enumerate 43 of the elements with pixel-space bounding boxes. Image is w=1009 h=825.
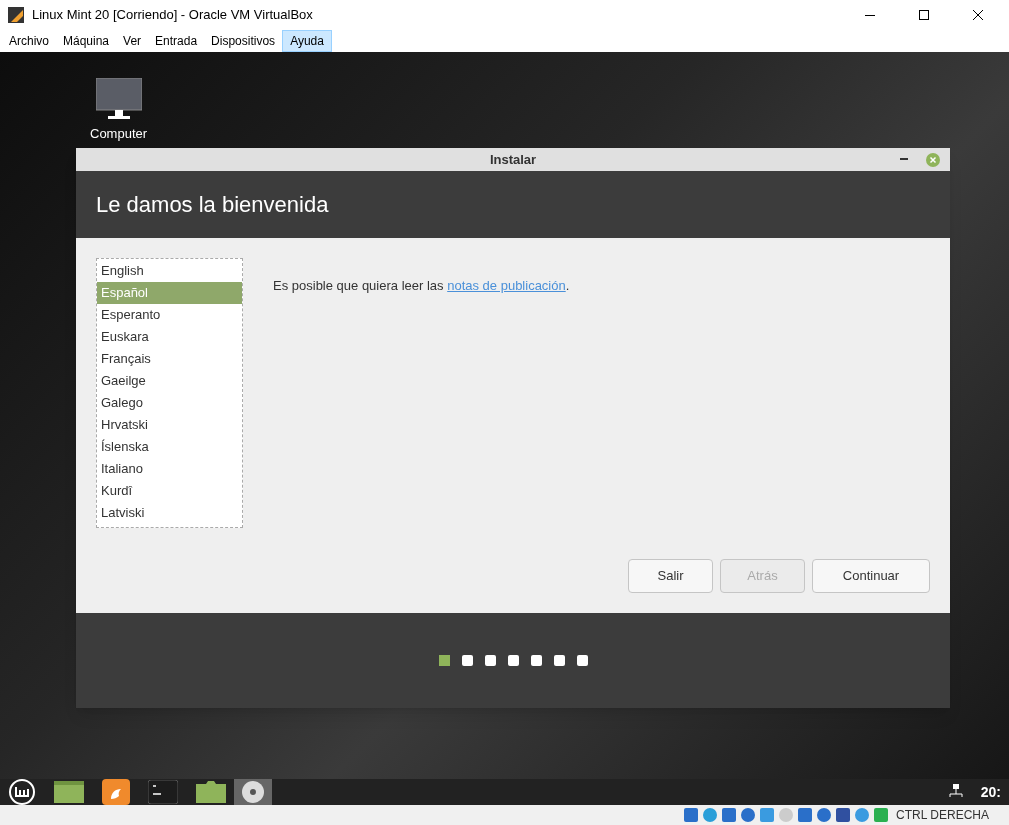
dialog-button[interactable]: Salir xyxy=(628,559,713,593)
status-icon[interactable] xyxy=(816,807,833,823)
close-icon[interactable] xyxy=(973,10,983,20)
dialog-button[interactable]: Continuar xyxy=(812,559,930,593)
clock: 20: xyxy=(980,782,1001,802)
language-item[interactable]: Gaeilge xyxy=(97,370,242,392)
browser-icon[interactable] xyxy=(102,779,130,805)
menu-item[interactable]: Entrada xyxy=(148,30,205,52)
app-icon xyxy=(8,7,24,23)
network-icon[interactable] xyxy=(948,784,963,800)
menu-item[interactable]: Archivo xyxy=(2,30,56,52)
language-item[interactable]: Français xyxy=(97,348,242,370)
dialog-title: Instalar xyxy=(489,150,537,169)
status-icon[interactable] xyxy=(721,807,738,823)
language-item[interactable]: Esperanto xyxy=(97,304,242,326)
window-title: Linux Mint 20 [Corriendo] - Oracle VM VirtualBox xyxy=(32,6,313,25)
disc-icon[interactable] xyxy=(241,780,265,804)
menu-icon[interactable] xyxy=(8,778,36,805)
monitor-icon[interactable] xyxy=(95,78,142,120)
menu-item[interactable]: Dispositivos xyxy=(204,30,283,52)
terminal-icon[interactable] xyxy=(148,780,178,804)
maximize-icon[interactable] xyxy=(919,10,929,20)
language-item[interactable]: Italiano xyxy=(97,458,242,480)
language-item[interactable]: Kurdî xyxy=(97,480,242,502)
menu-item[interactable]: Máquina xyxy=(56,30,117,52)
host-key-label: CTRL DERECHA xyxy=(896,807,989,824)
folder-icon[interactable] xyxy=(196,781,226,803)
status-icon[interactable] xyxy=(835,807,852,823)
status-icon[interactable] xyxy=(740,807,757,823)
page-heading: Le damos la bienvenida xyxy=(96,191,329,219)
language-item[interactable]: Íslenska xyxy=(97,436,242,458)
language-item[interactable]: Galego xyxy=(97,392,242,414)
language-item[interactable]: Euskara xyxy=(97,326,242,348)
minimize-icon[interactable] xyxy=(865,14,875,16)
menu-item[interactable]: Ver xyxy=(116,30,149,52)
language-item[interactable]: Hrvatski xyxy=(97,414,242,436)
release-notes-message: Es posible que quiera leer las notas de publicación. xyxy=(273,277,570,294)
status-icon[interactable] xyxy=(797,807,814,823)
language-item[interactable]: Latviski xyxy=(97,502,242,524)
icon-label: Computer xyxy=(90,125,148,143)
menu-item[interactable]: Ayuda xyxy=(282,30,332,52)
status-icon[interactable] xyxy=(683,807,700,823)
language-item[interactable]: English xyxy=(97,260,242,282)
